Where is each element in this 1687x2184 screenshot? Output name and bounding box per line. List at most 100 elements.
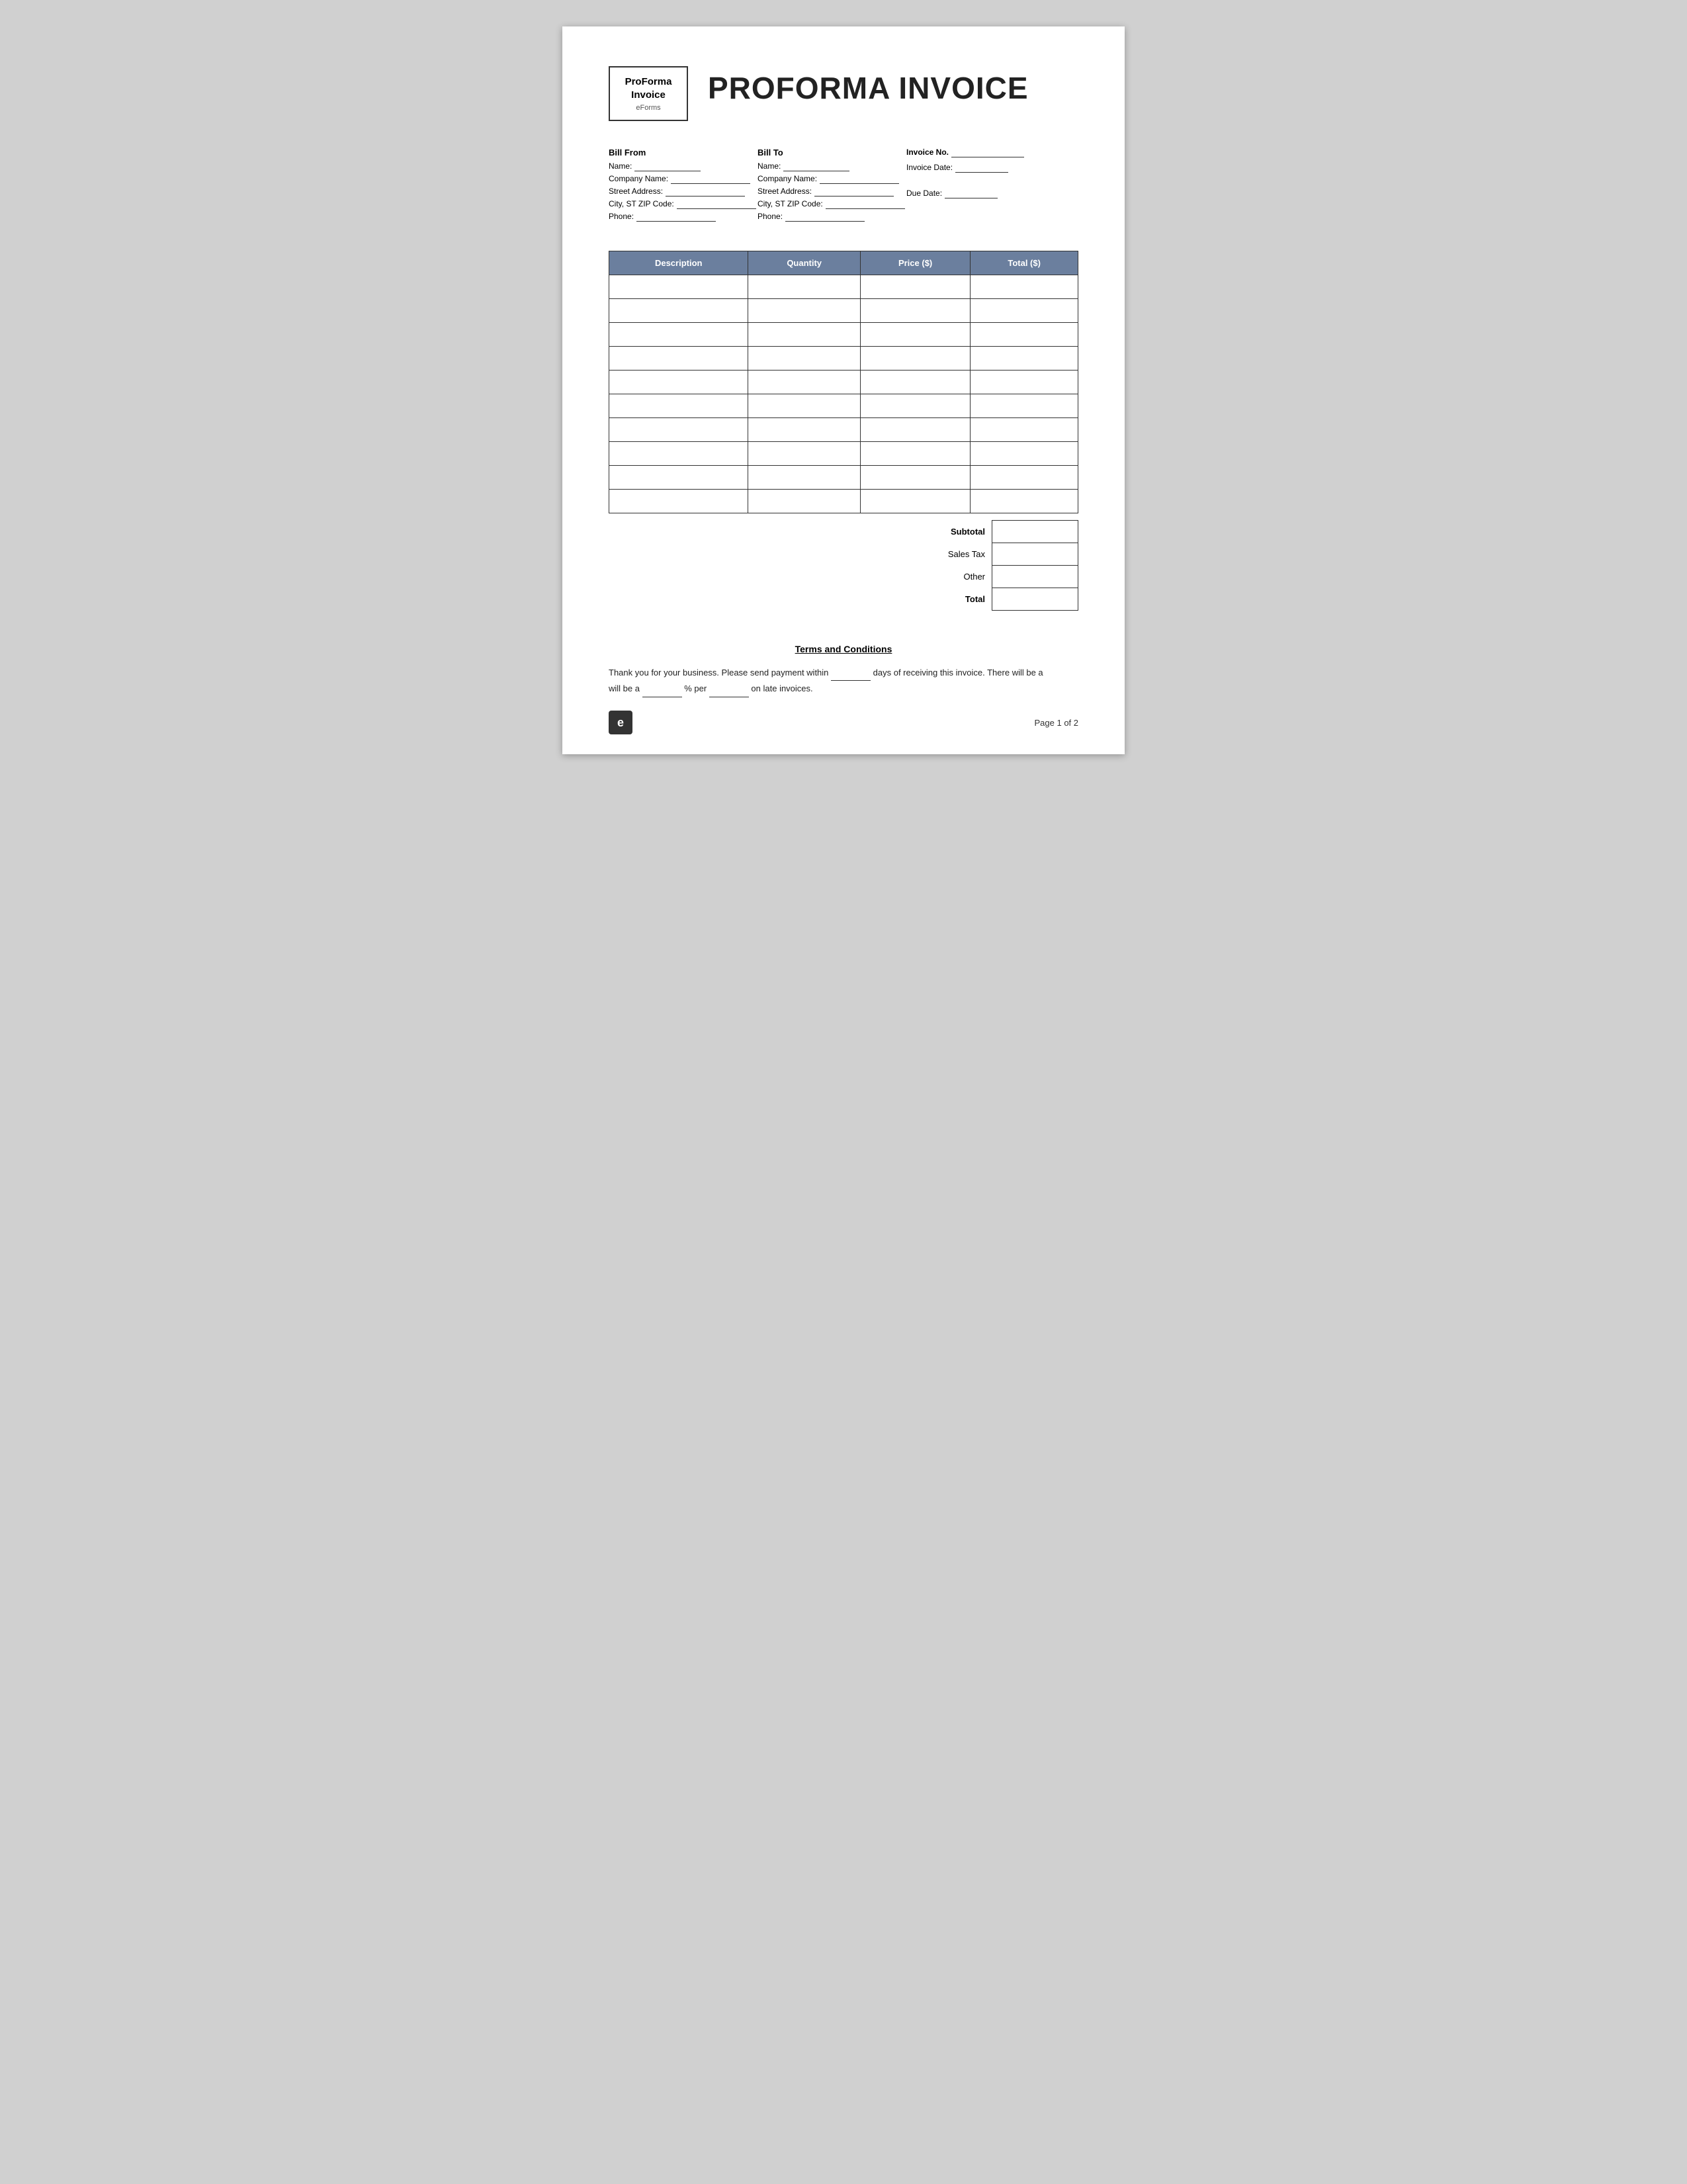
table-cell-r3-c1[interactable] [748, 347, 860, 371]
table-cell-r6-c3[interactable] [971, 418, 1078, 442]
table-cell-r4-c2[interactable] [860, 371, 970, 394]
sales-tax-row: Sales Tax [893, 543, 1078, 566]
invoice-no-input[interactable] [951, 148, 1024, 157]
table-row [609, 275, 1078, 299]
table-row [609, 371, 1078, 394]
logo-box: ProForma Invoice eForms [609, 66, 688, 121]
table-cell-r7-c1[interactable] [748, 442, 860, 466]
table-cell-r8-c3[interactable] [971, 466, 1078, 490]
bill-from-column: Bill From Name: Company Name: Street Add… [609, 148, 757, 224]
table-cell-r1-c2[interactable] [860, 299, 970, 323]
total-row: Total [893, 588, 1078, 611]
table-cell-r1-c0[interactable] [609, 299, 748, 323]
due-date-input[interactable] [945, 189, 998, 198]
table-cell-r8-c2[interactable] [860, 466, 970, 490]
totals-section: Subtotal Sales Tax Other Total [609, 520, 1078, 611]
terms-section: Terms and Conditions Thank you for your … [609, 637, 1078, 697]
eforms-icon: e [609, 711, 632, 734]
bill-to-name: Name: [757, 161, 906, 171]
subtotal-value[interactable] [992, 521, 1078, 543]
terms-will-be: will be a [609, 683, 642, 693]
invoice-date-input[interactable] [955, 163, 1008, 173]
table-cell-r9-c1[interactable] [748, 490, 860, 513]
table-cell-r5-c3[interactable] [971, 394, 1078, 418]
table-cell-r2-c0[interactable] [609, 323, 748, 347]
logo-title: ProForma Invoice [621, 75, 676, 101]
table-cell-r1-c1[interactable] [748, 299, 860, 323]
logo-line1: ProForma [625, 76, 672, 87]
totals-table: Subtotal Sales Tax Other Total [893, 520, 1078, 611]
sales-tax-value[interactable] [992, 543, 1078, 566]
bill-to-name-input[interactable] [783, 161, 849, 171]
bill-from-street-input[interactable] [666, 187, 745, 197]
sales-tax-label: Sales Tax [893, 543, 992, 566]
terms-text: Thank you for your business. Please send… [609, 665, 1078, 697]
bill-to-column: Bill To Name: Company Name: Street Addre… [757, 148, 906, 224]
table-cell-r3-c3[interactable] [971, 347, 1078, 371]
table-cell-r0-c1[interactable] [748, 275, 860, 299]
bill-from-city-input[interactable] [677, 199, 756, 209]
table-cell-r0-c2[interactable] [860, 275, 970, 299]
table-cell-r7-c3[interactable] [971, 442, 1078, 466]
terms-title: Terms and Conditions [609, 644, 1078, 654]
table-cell-r4-c3[interactable] [971, 371, 1078, 394]
due-date-field: Due Date: [906, 189, 1078, 198]
bill-to-company: Company Name: [757, 174, 906, 184]
bill-to-phone-input[interactable] [785, 212, 865, 222]
table-cell-r6-c0[interactable] [609, 418, 748, 442]
other-label: Other [893, 566, 992, 588]
bill-to-city-input[interactable] [826, 199, 905, 209]
total-value[interactable] [992, 588, 1078, 611]
table-cell-r4-c0[interactable] [609, 371, 748, 394]
table-row [609, 323, 1078, 347]
page-footer: e Page 1 of 2 [609, 711, 1078, 734]
bill-to-street-input[interactable] [814, 187, 894, 197]
billing-section: Bill From Name: Company Name: Street Add… [609, 148, 1078, 224]
bill-to-phone: Phone: [757, 212, 906, 222]
table-cell-r0-c0[interactable] [609, 275, 748, 299]
table-cell-r5-c1[interactable] [748, 394, 860, 418]
main-title: PROFORMA INVOICE [708, 66, 1029, 103]
table-row [609, 442, 1078, 466]
table-row [609, 299, 1078, 323]
terms-period-input[interactable] [709, 681, 749, 697]
table-cell-r9-c3[interactable] [971, 490, 1078, 513]
table-cell-r3-c0[interactable] [609, 347, 748, 371]
header-section: ProForma Invoice eForms PROFORMA INVOICE [609, 66, 1078, 121]
table-cell-r4-c1[interactable] [748, 371, 860, 394]
page-number: Page 1 of 2 [1035, 718, 1079, 728]
table-cell-r8-c1[interactable] [748, 466, 860, 490]
terms-text-part1: Thank you for your business. Please send… [609, 668, 828, 677]
terms-percent-input[interactable] [642, 681, 682, 697]
table-row [609, 394, 1078, 418]
table-cell-r9-c2[interactable] [860, 490, 970, 513]
bill-to-city: City, ST ZIP Code: [757, 199, 906, 209]
table-cell-r6-c2[interactable] [860, 418, 970, 442]
other-value[interactable] [992, 566, 1078, 588]
table-cell-r0-c3[interactable] [971, 275, 1078, 299]
table-row [609, 490, 1078, 513]
bill-from-company-input[interactable] [671, 174, 750, 184]
bill-to-header: Bill To [757, 148, 906, 157]
other-row: Other [893, 566, 1078, 588]
table-cell-r2-c3[interactable] [971, 323, 1078, 347]
table-cell-r2-c1[interactable] [748, 323, 860, 347]
bill-from-name: Name: [609, 161, 757, 171]
col-price: Price ($) [860, 251, 970, 275]
bill-from-phone-input[interactable] [636, 212, 716, 222]
table-cell-r2-c2[interactable] [860, 323, 970, 347]
table-cell-r7-c0[interactable] [609, 442, 748, 466]
table-cell-r5-c0[interactable] [609, 394, 748, 418]
logo-brand: eForms [621, 104, 676, 112]
table-cell-r5-c2[interactable] [860, 394, 970, 418]
table-cell-r1-c3[interactable] [971, 299, 1078, 323]
terms-days-input[interactable] [831, 665, 871, 681]
table-cell-r8-c0[interactable] [609, 466, 748, 490]
table-cell-r6-c1[interactable] [748, 418, 860, 442]
table-cell-r3-c2[interactable] [860, 347, 970, 371]
bill-to-company-input[interactable] [820, 174, 899, 184]
bill-from-name-input[interactable] [634, 161, 701, 171]
table-cell-r7-c2[interactable] [860, 442, 970, 466]
col-total: Total ($) [971, 251, 1078, 275]
table-cell-r9-c0[interactable] [609, 490, 748, 513]
